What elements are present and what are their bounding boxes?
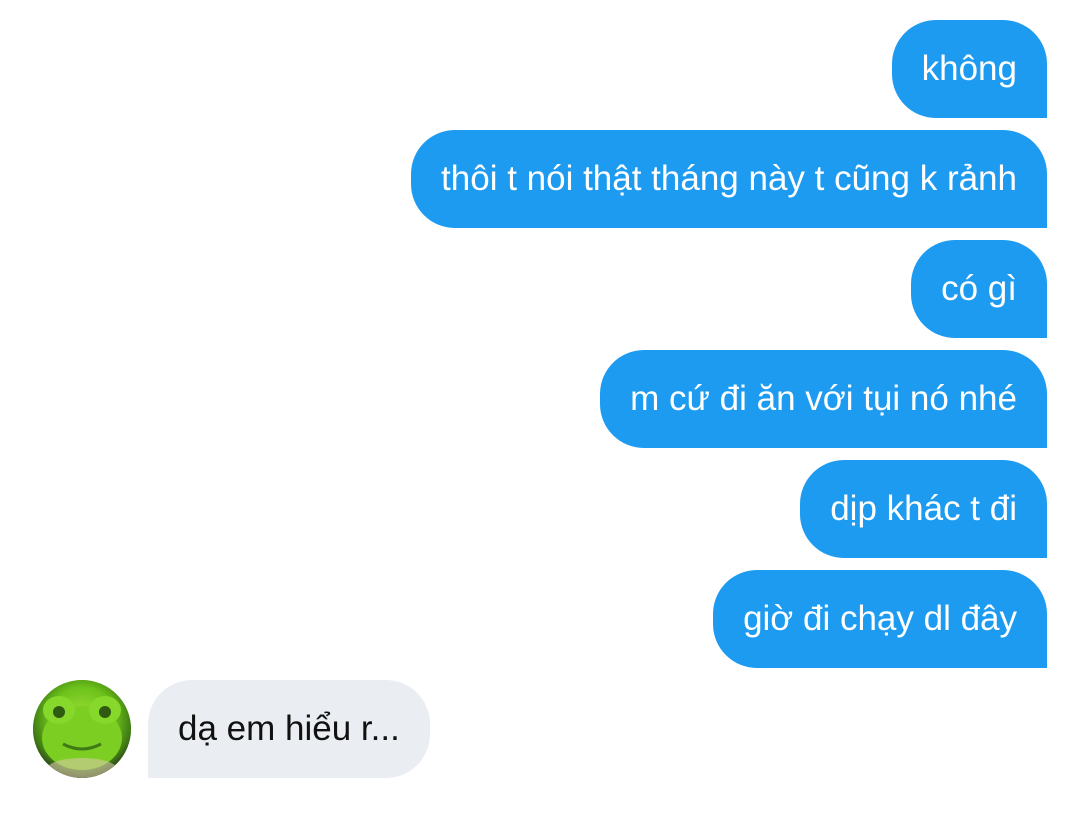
message-text: dạ em hiểu r...: [178, 709, 400, 748]
outgoing-message-bubble[interactable]: m cứ đi ăn với tụi nó nhé: [600, 350, 1047, 448]
message-text: m cứ đi ăn với tụi nó nhé: [630, 379, 1017, 418]
incoming-message-bubble[interactable]: dạ em hiểu r...: [148, 680, 430, 778]
outgoing-message-bubble[interactable]: giờ đi chạy dl đây: [713, 570, 1047, 668]
message-text: có gì: [941, 269, 1017, 308]
outgoing-message-bubble[interactable]: không: [891, 20, 1047, 118]
message-text: giờ đi chạy dl đây: [743, 599, 1017, 638]
message-text: không: [921, 49, 1017, 88]
outgoing-message-bubble[interactable]: thôi t nói thật tháng này t cũng k rảnh: [411, 130, 1047, 228]
chat-thread: không thôi t nói thật tháng này t cũng k…: [0, 0, 1080, 814]
outgoing-message-bubble[interactable]: có gì: [911, 240, 1047, 338]
green-frog-plush-avatar-icon: [33, 680, 131, 778]
outgoing-message-bubble[interactable]: dịp khác t đi: [800, 460, 1047, 558]
contact-avatar[interactable]: [33, 680, 131, 778]
message-text: dịp khác t đi: [830, 489, 1017, 528]
message-text: thôi t nói thật tháng này t cũng k rảnh: [441, 159, 1017, 198]
